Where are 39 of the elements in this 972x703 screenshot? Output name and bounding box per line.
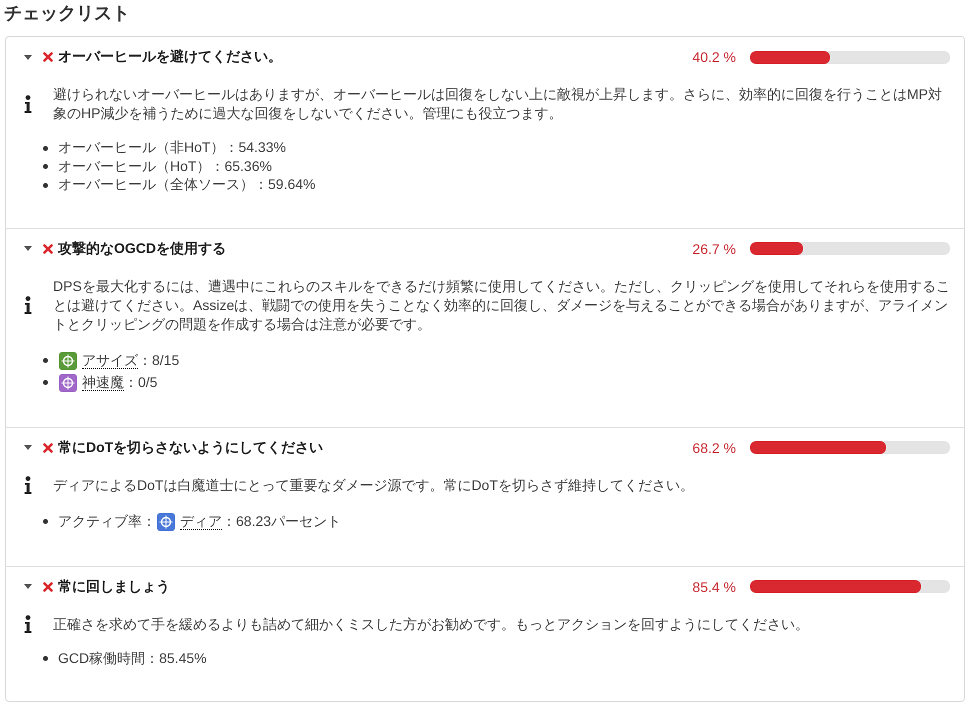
- bullet-icon: [43, 358, 48, 363]
- bullet-icon: [43, 164, 48, 170]
- rule-title[interactable]: 攻撃的なOGCDを使用する: [58, 240, 226, 258]
- rule-title[interactable]: オーバーヒールを避けてください。: [58, 48, 282, 66]
- bullet-icon: [43, 146, 48, 151]
- percent-text: 85.4 %: [692, 578, 736, 594]
- info-icon: [24, 615, 32, 633]
- checklist-heading: チェックリスト: [4, 2, 130, 25]
- bullet-icon: [43, 656, 48, 662]
- info-icon: [24, 476, 32, 494]
- skill-link[interactable]: 神速魔: [82, 374, 124, 391]
- info-icon: [24, 296, 32, 314]
- requirement-text: GCD稼働時間：85.45%: [58, 650, 207, 668]
- requirement-text: ：68.23パーセント: [222, 512, 342, 530]
- skill-link[interactable]: ディア: [180, 513, 222, 530]
- rule-description: 正確さを求めて手を緩めるよりも詰めて細かくミスした方がお勧めです。もっとアクションを回すようにしてください。: [53, 614, 809, 634]
- caret-icon[interactable]: [24, 246, 32, 251]
- percent-text: 68.2 %: [692, 440, 736, 456]
- requirement-text: オーバーヒール（非HoT）：54.33%: [58, 139, 286, 158]
- skill-link[interactable]: アサイズ: [82, 352, 138, 369]
- caret-icon[interactable]: [24, 54, 32, 60]
- requirement-text: アクティブ率：: [58, 512, 156, 530]
- requirement-text: オーバーヒール（全体ソース）：59.64%: [58, 176, 316, 194]
- rule-description: DPSを最大化するには、遭遇中にこれらのスキルをできるだけ頻繁に使用してください。ただし、クリッピングを使用してそれらを使用することは避けてください。Assizeは、戦闘での使用を失うことなく効率的に回復し、ダメージを与えることができる場合がありますが、アライメントとクリッピングの問題を作成する場合は注意が必要です。: [53, 276, 950, 334]
- requirement-text: ：0/5: [124, 374, 158, 392]
- caret-icon[interactable]: [24, 584, 32, 589]
- requirement-text: オーバーヒール（HoT）：65.36%: [58, 158, 272, 176]
- rule-description: 避けられないオーバーヒールはありますが、オーバーヒールは回復をしない上に敵視が上昇します。さらに、効率的に回復を行うことはMP対象のHP減少を補うために過大な回復をしないでください。管理にも役立つます。: [53, 85, 943, 123]
- rule-description: ディアによるDoTは白魔道士にとって重要なダメージ源です。常にDoTを切らさず維持してください。: [53, 476, 694, 494]
- bullet-icon: [43, 380, 48, 385]
- caret-icon[interactable]: [24, 445, 32, 450]
- bullet-icon: [43, 182, 48, 188]
- percent-text: 26.7 %: [692, 240, 736, 256]
- bullet-icon: [43, 519, 48, 524]
- info-icon: [24, 95, 32, 113]
- percent-text: 40.2 %: [692, 49, 736, 65]
- requirement-text: ：8/15: [138, 352, 180, 370]
- rule-title[interactable]: 常にDoTを切らさないようにしてください: [58, 438, 324, 456]
- rule-title[interactable]: 常に回しましょう: [58, 578, 170, 596]
